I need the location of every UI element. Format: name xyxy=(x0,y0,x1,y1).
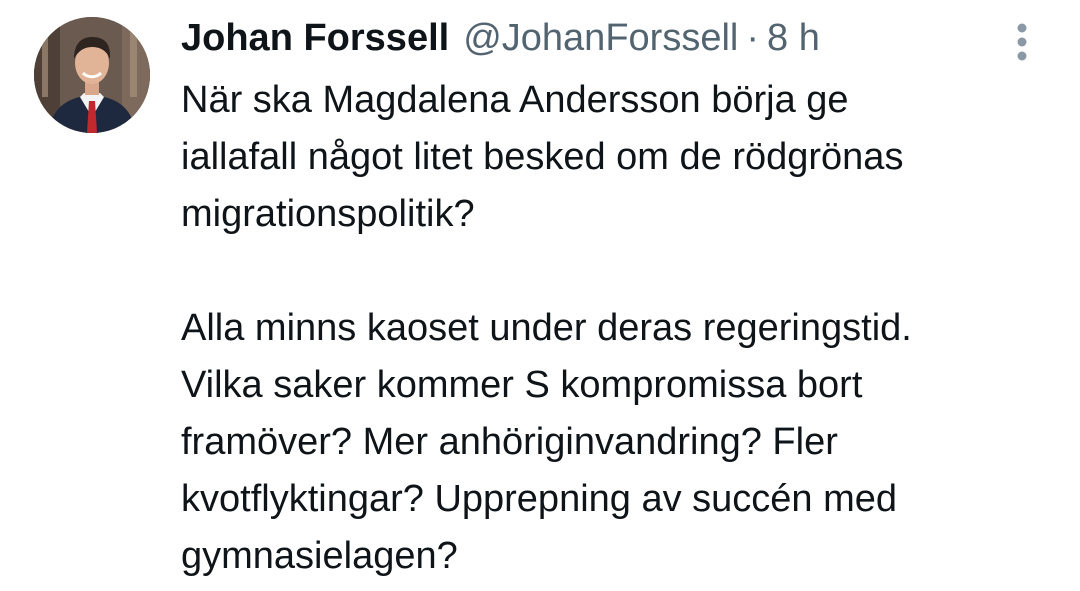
text-line: kvotflyktingar? Upprepning av succén med xyxy=(181,478,898,520)
text-line: iallafall något litet besked om de rödgr… xyxy=(181,136,904,178)
more-options-button[interactable] xyxy=(1006,20,1038,64)
text-line: Vilka saker kommer S kompromissa bort xyxy=(181,364,863,406)
text-line: migrationspolitik? xyxy=(181,193,475,235)
tweet-header: Johan Forssell @JohanForssell · 8 h xyxy=(181,14,820,62)
avatar[interactable] xyxy=(34,17,150,133)
text-line: framöver? Mer anhöriginvandring? Fler xyxy=(181,421,838,463)
timestamp[interactable]: 8 h xyxy=(767,14,820,62)
tweet-text: När ska Magdalena Andersson börja ge ial… xyxy=(181,72,1061,585)
separator-dot: · xyxy=(746,17,759,59)
author-display-name[interactable]: Johan Forssell xyxy=(181,14,449,62)
text-line: gymnasielagen? xyxy=(181,535,458,577)
author-handle[interactable]: @JohanForssell xyxy=(463,14,738,62)
text-line: När ska Magdalena Andersson börja ge xyxy=(181,79,849,121)
text-line: Alla minns kaoset under deras regeringst… xyxy=(181,307,912,349)
paragraph-break xyxy=(181,243,1061,300)
tweet[interactable]: Johan Forssell @JohanForssell · 8 h När … xyxy=(0,0,1080,591)
profile-photo-icon xyxy=(34,17,150,133)
more-vertical-icon xyxy=(1017,23,1027,61)
